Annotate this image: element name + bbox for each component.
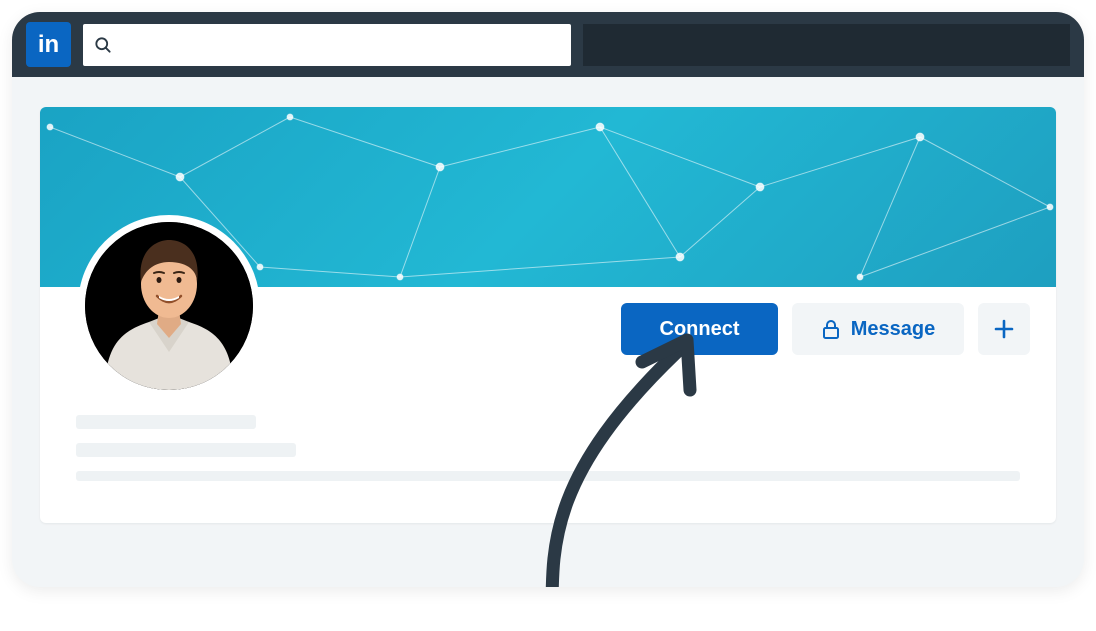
avatar[interactable] xyxy=(85,222,253,390)
linkedin-logo[interactable]: in xyxy=(26,22,71,67)
connect-label: Connect xyxy=(660,318,740,341)
placeholder-line xyxy=(76,443,296,457)
message-label: Message xyxy=(851,318,936,341)
avatar-frame xyxy=(78,215,260,397)
plus-icon xyxy=(993,318,1015,340)
nav-placeholder xyxy=(583,24,1070,66)
search-icon xyxy=(93,35,113,55)
top-bar: in xyxy=(12,12,1084,77)
browser-frame: in xyxy=(12,12,1084,587)
profile-text-placeholders xyxy=(76,415,1020,495)
search-box[interactable] xyxy=(83,24,571,66)
logo-text: in xyxy=(38,31,59,59)
connect-button[interactable]: Connect xyxy=(621,303,778,355)
message-button[interactable]: Message xyxy=(792,303,964,355)
profile-actions: Connect Message xyxy=(621,303,1030,355)
placeholder-line xyxy=(76,471,1020,481)
placeholder-line xyxy=(76,415,256,429)
more-button[interactable] xyxy=(978,303,1030,355)
page-body: Connect Message xyxy=(12,77,1084,553)
profile-card: Connect Message xyxy=(40,107,1056,523)
search-input[interactable] xyxy=(121,24,561,66)
lock-icon xyxy=(821,318,841,340)
